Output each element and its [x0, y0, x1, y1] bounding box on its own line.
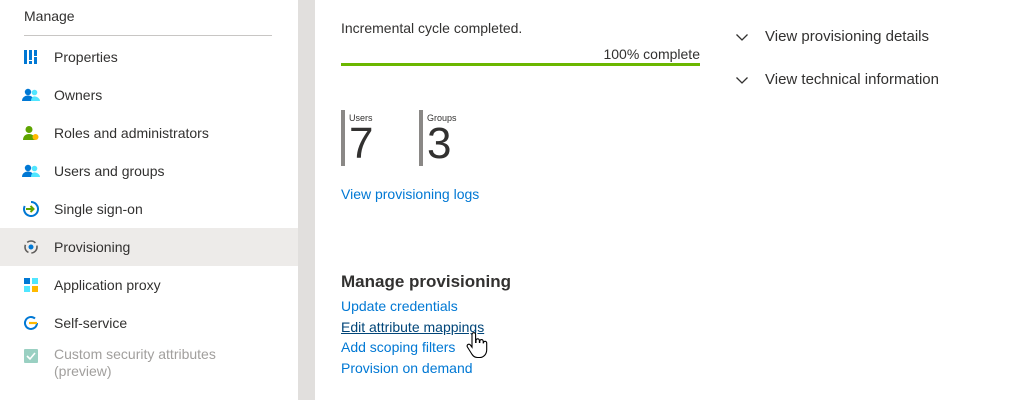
add-scoping-filters-link[interactable]: Add scoping filters — [341, 337, 484, 358]
sidebar-item-properties[interactable]: Properties — [0, 38, 298, 76]
sidebar: Manage Properties Owners Roles and admin… — [0, 0, 298, 400]
manage-provisioning-links: Update credentials Edit attribute mappin… — [341, 296, 484, 378]
self-service-icon — [22, 314, 40, 332]
groups-stat: Groups 3 — [419, 110, 457, 166]
edit-attribute-mappings-link[interactable]: Edit attribute mappings — [341, 317, 484, 338]
progress-bar-fill — [341, 63, 700, 66]
users-stat: Users 7 — [341, 110, 373, 166]
sidebar-item-label: Provisioning — [54, 238, 131, 255]
app-proxy-icon — [22, 276, 40, 294]
manage-provisioning-heading: Manage provisioning — [341, 272, 512, 291]
sidebar-item-provisioning[interactable]: Provisioning — [0, 228, 298, 266]
sidebar-item-label: Single sign-on — [54, 200, 143, 217]
users-stat-value: 7 — [349, 119, 374, 168]
provision-on-demand-link[interactable]: Provision on demand — [341, 358, 484, 379]
sidebar-item-label: Self-service — [54, 314, 128, 331]
sidebar-item-label: Owners — [54, 86, 103, 103]
sidebar-item-label: Application proxy — [54, 276, 161, 293]
sidebar-item-custom-attributes[interactable]: Custom security attributes (preview) — [0, 346, 298, 392]
progress-label: 100% complete — [603, 46, 700, 62]
roles-icon — [22, 124, 40, 142]
sidebar-item-app-proxy[interactable]: Application proxy — [0, 266, 298, 304]
users-groups-icon — [22, 162, 40, 180]
sidebar-section-title: Manage — [24, 8, 75, 24]
update-credentials-link[interactable]: Update credentials — [341, 296, 484, 317]
groups-stat-value: 3 — [427, 119, 452, 168]
sidebar-item-label: Roles and administrators — [54, 124, 209, 141]
pane-divider — [298, 0, 315, 400]
sidebar-item-self-service[interactable]: Self-service — [0, 304, 298, 342]
view-technical-information-toggle[interactable]: View technical information — [735, 71, 939, 88]
view-provisioning-logs-link[interactable]: View provisioning logs — [341, 186, 479, 202]
progress-bar — [341, 63, 700, 66]
chevron-down-icon — [736, 33, 748, 41]
sidebar-item-label: Custom security attributes (preview) — [54, 346, 216, 379]
sidebar-item-label: Properties — [54, 48, 118, 65]
custom-attributes-icon — [22, 347, 40, 365]
sidebar-item-roles[interactable]: Roles and administrators — [0, 114, 298, 152]
provisioning-icon — [22, 238, 40, 256]
sidebar-item-label: Users and groups — [54, 162, 165, 179]
owners-icon — [22, 86, 40, 104]
toggle-label: View provisioning details — [765, 28, 929, 45]
properties-icon — [22, 48, 40, 66]
sidebar-item-sso[interactable]: Single sign-on — [0, 190, 298, 228]
view-provisioning-details-toggle[interactable]: View provisioning details — [735, 28, 929, 45]
cycle-status-text: Incremental cycle completed. — [341, 20, 523, 36]
chevron-down-icon — [736, 76, 748, 84]
sidebar-item-owners[interactable]: Owners — [0, 76, 298, 114]
hand-pointer-cursor-icon — [466, 332, 488, 359]
toggle-label: View technical information — [765, 71, 939, 88]
provisioning-overview: Incremental cycle completed. 100% comple… — [315, 0, 1024, 400]
section-divider — [24, 35, 272, 36]
sso-icon — [22, 200, 40, 218]
sidebar-item-users-groups[interactable]: Users and groups — [0, 152, 298, 190]
